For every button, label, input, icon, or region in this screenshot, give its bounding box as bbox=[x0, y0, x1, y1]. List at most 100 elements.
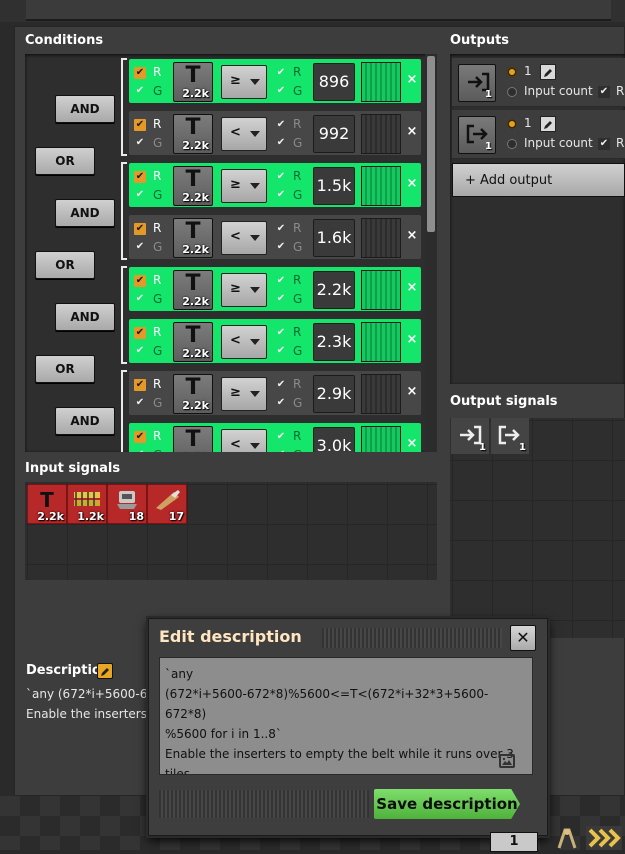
red-wire-checkbox[interactable]: ✔ bbox=[275, 119, 287, 131]
remove-condition-close-icon[interactable]: × bbox=[405, 384, 419, 400]
edit-description-pencil-icon[interactable] bbox=[97, 663, 113, 679]
green-wire-checkbox[interactable]: ✔ bbox=[275, 189, 287, 201]
red-wire-checkbox[interactable]: ✔ bbox=[598, 138, 610, 150]
red-wire-checkbox[interactable]: ✔ bbox=[598, 86, 610, 98]
signal-slot[interactable]: T 2.2k bbox=[173, 374, 213, 414]
logic-and-button[interactable]: AND bbox=[55, 199, 115, 227]
remove-condition-close-icon[interactable]: × bbox=[405, 436, 419, 452]
red-wire-checkbox[interactable]: ✔ bbox=[134, 119, 146, 131]
red-wire-checkbox[interactable]: ✔ bbox=[275, 223, 287, 235]
red-wire-checkbox[interactable]: ✔ bbox=[134, 67, 146, 79]
constant-value-field[interactable]: 896 bbox=[313, 63, 355, 101]
constant-value-field[interactable]: 2.3k bbox=[313, 323, 355, 361]
red-wire-checkbox[interactable]: ✔ bbox=[134, 171, 146, 183]
remove-condition-close-icon[interactable]: × bbox=[405, 332, 419, 348]
constant-value-field[interactable]: 1.5k bbox=[313, 167, 355, 205]
green-wire-checkbox[interactable]: ✔ bbox=[134, 137, 146, 149]
remove-condition-close-icon[interactable]: × bbox=[405, 124, 419, 140]
description-textarea[interactable]: `any (672*i+5600-672*8)%5600<=T<(672*i+3… bbox=[159, 657, 533, 775]
comparator-dropdown[interactable]: ≥ bbox=[221, 377, 267, 411]
hud-item-icon[interactable] bbox=[553, 826, 581, 850]
input-signal-robot-item[interactable]: 18 bbox=[107, 484, 147, 524]
constant-value-field[interactable]: 3.0k bbox=[313, 427, 355, 452]
green-wire-checkbox[interactable]: ✔ bbox=[275, 85, 287, 97]
input-signal-rocket-item[interactable]: 17 bbox=[147, 484, 187, 524]
signal-letter: T bbox=[185, 427, 201, 452]
logic-or-button[interactable]: OR bbox=[35, 355, 95, 383]
red-wire-checkbox[interactable]: ✔ bbox=[134, 327, 146, 339]
green-wire-checkbox[interactable]: ✔ bbox=[134, 85, 146, 97]
input-count-radio[interactable] bbox=[507, 87, 517, 97]
red-wire-checkbox[interactable]: ✔ bbox=[275, 327, 287, 339]
close-icon[interactable]: ✕ bbox=[510, 625, 536, 651]
constant-value-radio[interactable] bbox=[507, 67, 517, 77]
logic-and-button[interactable]: AND bbox=[55, 95, 115, 123]
edit-value-pencil-icon[interactable] bbox=[540, 64, 556, 80]
conditions-scrollbar-thumb[interactable] bbox=[427, 56, 435, 232]
comparator-dropdown[interactable]: ≥ bbox=[221, 65, 267, 99]
red-wire-checkbox[interactable]: ✔ bbox=[134, 431, 146, 443]
signal-slot[interactable]: T 2.2k bbox=[173, 114, 213, 154]
save-description-button[interactable]: Save description bbox=[374, 789, 520, 819]
green-wire-checkbox[interactable]: ✔ bbox=[134, 189, 146, 201]
red-wire-checkbox[interactable]: ✔ bbox=[134, 379, 146, 391]
insert-image-icon[interactable] bbox=[499, 754, 515, 768]
remove-condition-close-icon[interactable]: × bbox=[405, 176, 419, 192]
signal-slot[interactable]: T2.1k bbox=[173, 426, 213, 452]
green-wire-checkbox[interactable]: ✔ bbox=[275, 345, 287, 357]
constant-value-field[interactable]: 2.2k bbox=[313, 271, 355, 309]
constant-value-field[interactable]: 992 bbox=[313, 115, 355, 153]
green-wire-checkbox[interactable]: ✔ bbox=[275, 241, 287, 253]
output-signal-slot[interactable]: 1 bbox=[458, 116, 496, 154]
green-wire-checkbox[interactable]: ✔ bbox=[134, 293, 146, 305]
input-count-radio[interactable] bbox=[507, 139, 517, 149]
edit-value-pencil-icon[interactable] bbox=[540, 116, 556, 132]
signal-slot[interactable]: T 2.2k bbox=[173, 218, 213, 258]
red-wire-checkbox[interactable]: ✔ bbox=[275, 431, 287, 443]
logic-or-button[interactable]: OR bbox=[35, 147, 95, 175]
add-output-button[interactable]: + Add output bbox=[452, 163, 625, 197]
output-signal-slot[interactable]: 1 bbox=[451, 418, 489, 454]
logic-and-button[interactable]: AND bbox=[55, 303, 115, 331]
logic-and-button[interactable]: AND bbox=[55, 407, 115, 435]
green-wire-checkbox[interactable]: ✔ bbox=[134, 397, 146, 409]
comparator-dropdown[interactable]: < bbox=[221, 325, 267, 359]
green-wire-checkbox[interactable]: ✔ bbox=[275, 449, 287, 452]
green-wire-checkbox[interactable]: ✔ bbox=[275, 397, 287, 409]
constant-value-field[interactable]: 2.9k bbox=[313, 375, 355, 413]
green-wire-checkbox[interactable]: ✔ bbox=[275, 137, 287, 149]
remove-condition-close-icon[interactable]: × bbox=[405, 280, 419, 296]
comparator-dropdown[interactable]: < bbox=[221, 117, 267, 151]
logic-or-button[interactable]: OR bbox=[35, 251, 95, 279]
green-label: G bbox=[293, 188, 303, 202]
chevron-down-icon bbox=[250, 79, 260, 85]
output-signal-slot[interactable]: 1 bbox=[458, 64, 496, 102]
constant-value-field[interactable]: 1.6k bbox=[313, 219, 355, 257]
signal-slot[interactable]: T 2.2k bbox=[173, 270, 213, 310]
red-wire-checkbox[interactable]: ✔ bbox=[134, 223, 146, 235]
signal-slot[interactable]: T 2.2k bbox=[173, 62, 213, 102]
output-signal-slot[interactable]: 1 bbox=[491, 418, 529, 454]
green-wire-checkbox[interactable]: ✔ bbox=[275, 293, 287, 305]
green-wire-checkbox[interactable]: ✔ bbox=[134, 449, 146, 452]
input-signal-t[interactable]: T 2.2k bbox=[27, 484, 67, 524]
signal-slot[interactable]: T 2.2k bbox=[173, 322, 213, 362]
input-signal-belt-item[interactable]: 1.2k bbox=[67, 484, 107, 524]
comparator-dropdown[interactable]: ≥ bbox=[221, 273, 267, 307]
green-wire-checkbox[interactable]: ✔ bbox=[134, 241, 146, 253]
red-wire-checkbox[interactable]: ✔ bbox=[275, 275, 287, 287]
remove-condition-close-icon[interactable]: × bbox=[405, 228, 419, 244]
dialog-drag-handle[interactable] bbox=[322, 628, 502, 648]
remove-condition-close-icon[interactable]: × bbox=[405, 72, 419, 88]
red-wire-checkbox[interactable]: ✔ bbox=[275, 379, 287, 391]
hud-belt-icon[interactable] bbox=[586, 826, 622, 850]
comparator-dropdown[interactable]: < bbox=[221, 221, 267, 255]
comparator-dropdown[interactable]: ≥ bbox=[221, 169, 267, 203]
constant-value-radio[interactable] bbox=[507, 119, 517, 129]
red-wire-checkbox[interactable]: ✔ bbox=[275, 67, 287, 79]
signal-slot[interactable]: T 2.2k bbox=[173, 166, 213, 206]
red-wire-checkbox[interactable]: ✔ bbox=[275, 171, 287, 183]
green-wire-checkbox[interactable]: ✔ bbox=[134, 345, 146, 357]
comparator-dropdown[interactable]: < bbox=[221, 429, 267, 452]
red-wire-checkbox[interactable]: ✔ bbox=[134, 275, 146, 287]
